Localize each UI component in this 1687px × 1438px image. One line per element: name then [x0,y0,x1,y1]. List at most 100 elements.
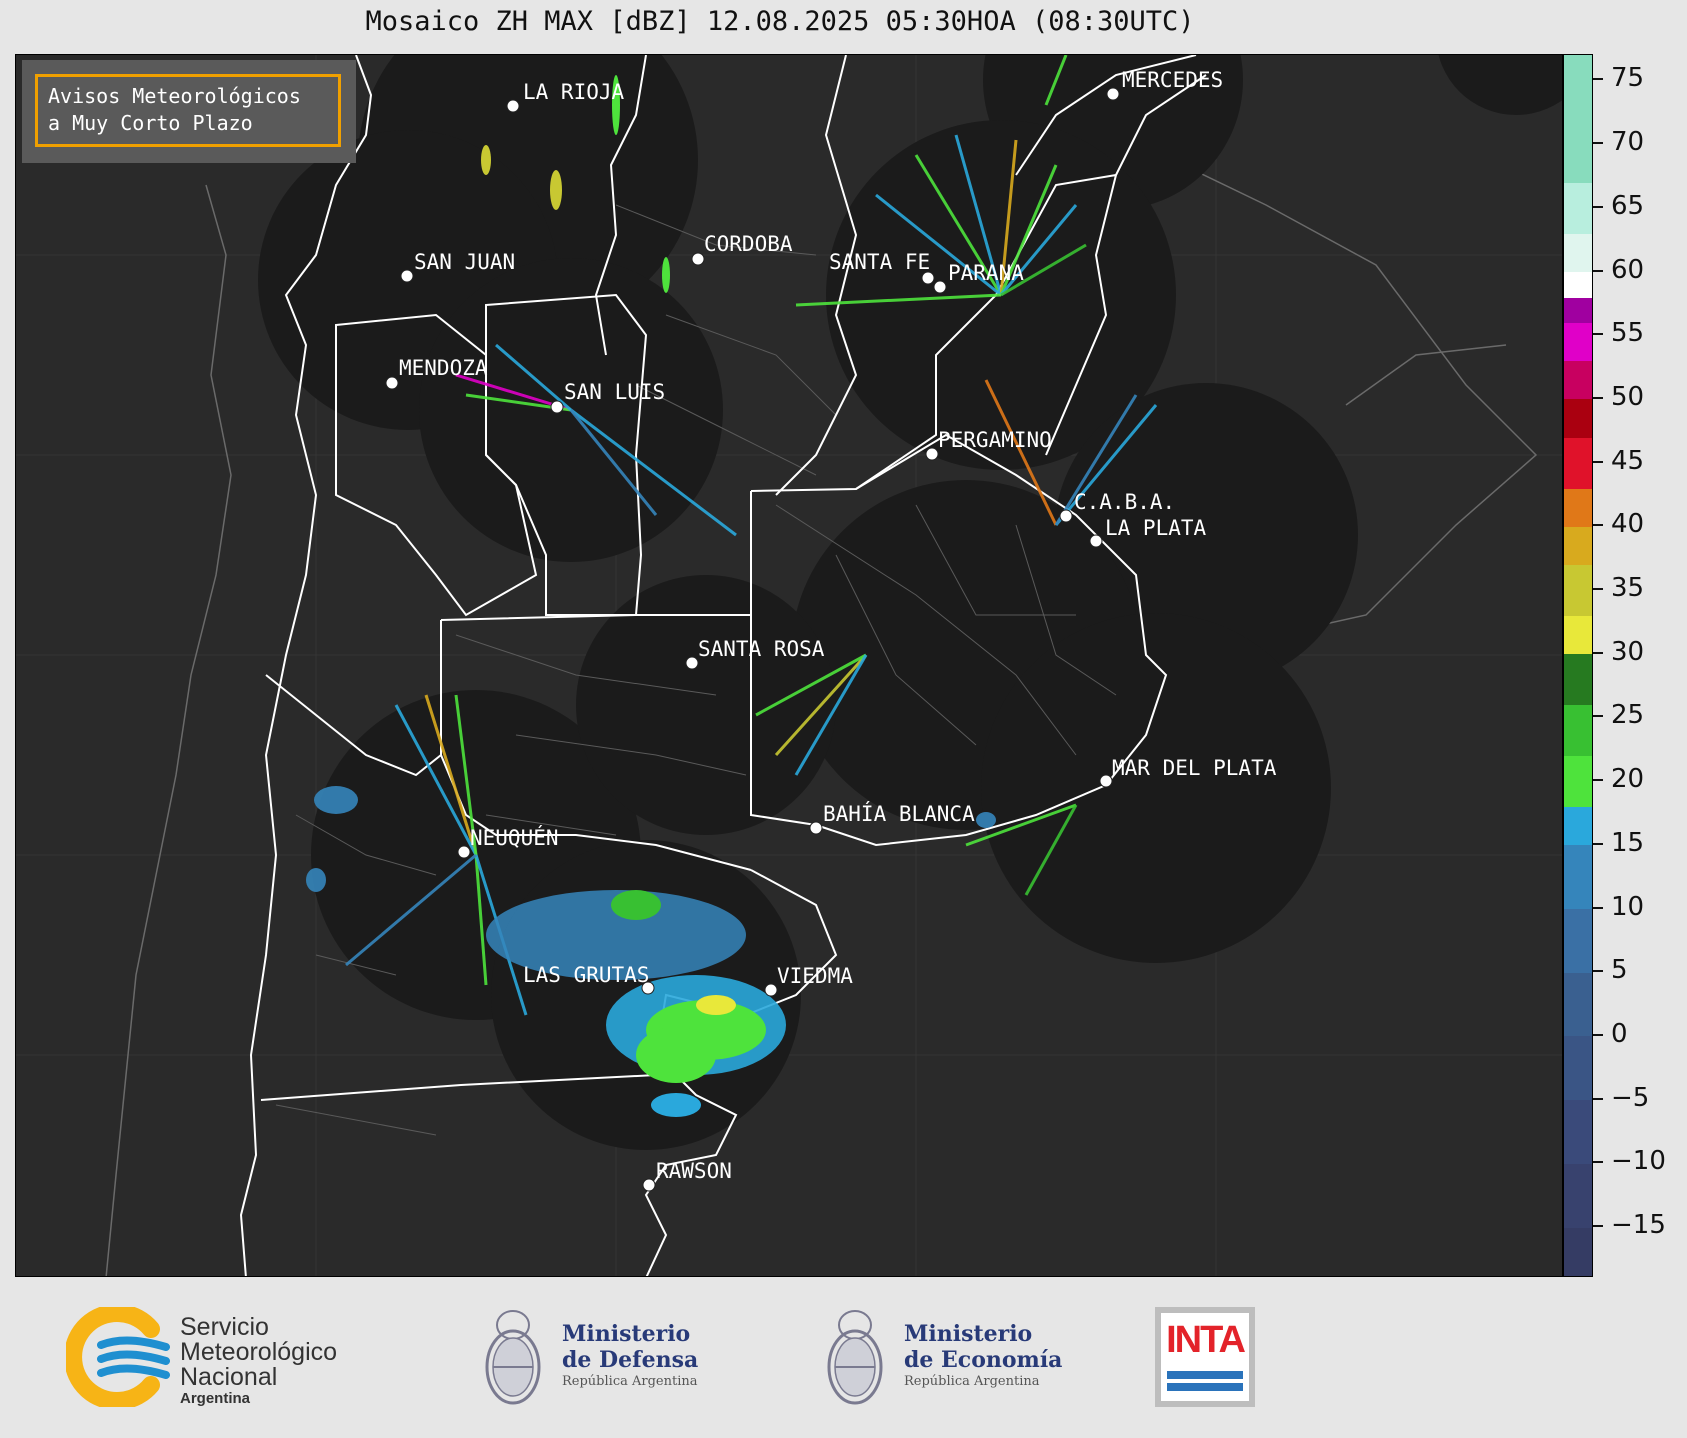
colorbar-tick-mark [1593,269,1603,272]
colorbar-tick-mark [1593,588,1603,591]
colorbar-tick-mark [1593,970,1603,973]
smn-logo-icon [64,1304,170,1410]
colorbar-segment [1564,360,1592,400]
smn-logo: Servicio Meteorológico Nacional Argentin… [64,1304,386,1410]
economia-logo: Ministerio de Economía República Argenti… [820,1295,1080,1415]
colorbar-segment [1564,488,1592,527]
colorbar-tick-mark [1593,333,1603,336]
smn-line-2: Meteorológico [180,1338,338,1366]
colorbar-tick-mark [1593,651,1603,654]
notice-box: Avisos Meteorológicos a Muy Corto Plazo [22,60,356,163]
colorbar-tick-mark [1593,842,1603,845]
colorbar-segment [1564,1163,1592,1228]
colorbar-tick-mark [1593,1097,1603,1100]
city-label: BAHÍA BLANCA [823,801,975,826]
colorbar-tick-mark [1593,906,1603,909]
city-label: NEUQUÉN [470,825,559,850]
smn-line-4: Argentina [180,1390,251,1407]
colorbar-segment [1564,653,1592,706]
city-label: MAR DEL PLATA [1112,756,1277,780]
colorbar-tick-label: 60 [1611,254,1645,285]
coat-of-arms-icon [485,1310,541,1405]
colorbar-tick-mark [1593,524,1603,527]
colorbar-tick-mark [1593,396,1603,399]
notice-frame: Avisos Meteorológicos a Muy Corto Plazo [35,74,341,147]
colorbar-tick-mark [1593,460,1603,463]
city-label: PERGAMINO [938,428,1052,452]
colorbar [1563,54,1593,1277]
colorbar-tick-mark [1593,78,1603,81]
colorbar-tick-label: −15 [1611,1210,1666,1241]
colorbar-segment [1564,844,1592,910]
colorbar-tick-label: 40 [1611,509,1645,540]
colorbar-segment [1564,233,1592,273]
colorbar-tick-mark [1593,142,1603,145]
defensa-logo: Ministerio de Defensa República Argentin… [478,1295,728,1415]
colorbar-tick-label: 75 [1611,63,1645,94]
city-label: VIEDMA [777,964,853,988]
city-label: SAN LUIS [564,380,665,404]
defensa-line-1: Ministerio [562,1321,691,1347]
colorbar-segment [1564,526,1592,566]
defensa-line-3: República Argentina [562,1374,698,1389]
city-label: MENDOZA [399,356,488,380]
colorbar-tick-label: 70 [1611,127,1645,158]
colorbar-tick-label: 55 [1611,318,1645,349]
colorbar-tick-mark [1593,205,1603,208]
colorbar-segment [1564,564,1592,617]
city-label: LAS GRUTAS [523,963,649,987]
city-label: SANTA FE [829,250,930,274]
colorbar-tick-label: 15 [1611,827,1645,858]
colorbar-tick-label: −5 [1611,1082,1650,1113]
city-label: PARANA [948,261,1024,285]
coat-of-arms-icon [827,1310,883,1405]
colorbar-tick-label: 35 [1611,573,1645,604]
colorbar-segment [1564,755,1592,808]
economia-line-3: República Argentina [904,1374,1040,1389]
colorbar-tick-label: −10 [1611,1146,1666,1177]
colorbar-tick-mark [1593,779,1603,782]
footer-logos: Servicio Meteorológico Nacional Argentin… [0,1277,1687,1438]
colorbar-tick-label: 10 [1611,891,1645,922]
smn-line-1: Servicio [180,1313,269,1341]
radar-coverage [258,55,1562,1150]
city-label: SAN JUAN [414,250,515,274]
city-label: LA RIOJA [523,80,625,104]
colorbar-segment [1564,806,1592,846]
colorbar-segment [1564,1099,1592,1164]
city-label: RAWSON [656,1159,732,1183]
colorbar-tick-label: 50 [1611,381,1645,412]
colorbar-tick-label: 5 [1611,955,1628,986]
colorbar-segment [1564,1227,1592,1276]
map-title: Mosaico ZH MAX [dBZ] 12.08.2025 05:30HOA… [365,6,1195,37]
colorbar-tick-label: 30 [1611,636,1645,667]
city-label: CORDOBA [704,232,793,256]
colorbar-tick-mark [1593,1033,1603,1036]
colorbar-tick-mark [1593,715,1603,718]
inta-logo: INTA [1155,1307,1255,1407]
map-canvas: LA RIOJA MERCEDES SAN JUAN CORDOBA SANTA… [16,55,1562,1276]
colorbar-segment [1564,182,1592,234]
city-label: LA PLATA [1105,516,1207,540]
defensa-line-2: de Defensa [562,1347,699,1373]
colorbar-tick-label: 65 [1611,190,1645,221]
economia-line-2: de Economía [904,1347,1063,1373]
colorbar-tick-label: 45 [1611,445,1645,476]
colorbar-tick-mark [1593,1161,1603,1164]
inta-text: INTA [1166,1319,1246,1361]
colorbar-tick-label: 25 [1611,700,1645,731]
colorbar-tick-label: 20 [1611,764,1645,795]
colorbar-tick-mark [1593,1225,1603,1228]
colorbar-segment [1564,437,1592,489]
city-label: MERCEDES [1122,68,1223,92]
radar-map[interactable]: LA RIOJA MERCEDES SAN JUAN CORDOBA SANTA… [15,54,1563,1277]
colorbar-segment [1564,322,1592,362]
inta-stripe [1167,1371,1243,1379]
city-label: SANTA ROSA [698,637,825,661]
city-label: C.A.B.A. [1074,490,1175,514]
notice-line-2: a Muy Corto Plazo [48,111,253,135]
smn-line-3: Nacional [180,1363,278,1391]
colorbar-segment [1564,908,1592,973]
notice-line-1: Avisos Meteorológicos [48,84,301,108]
economia-line-1: Ministerio [904,1321,1033,1347]
